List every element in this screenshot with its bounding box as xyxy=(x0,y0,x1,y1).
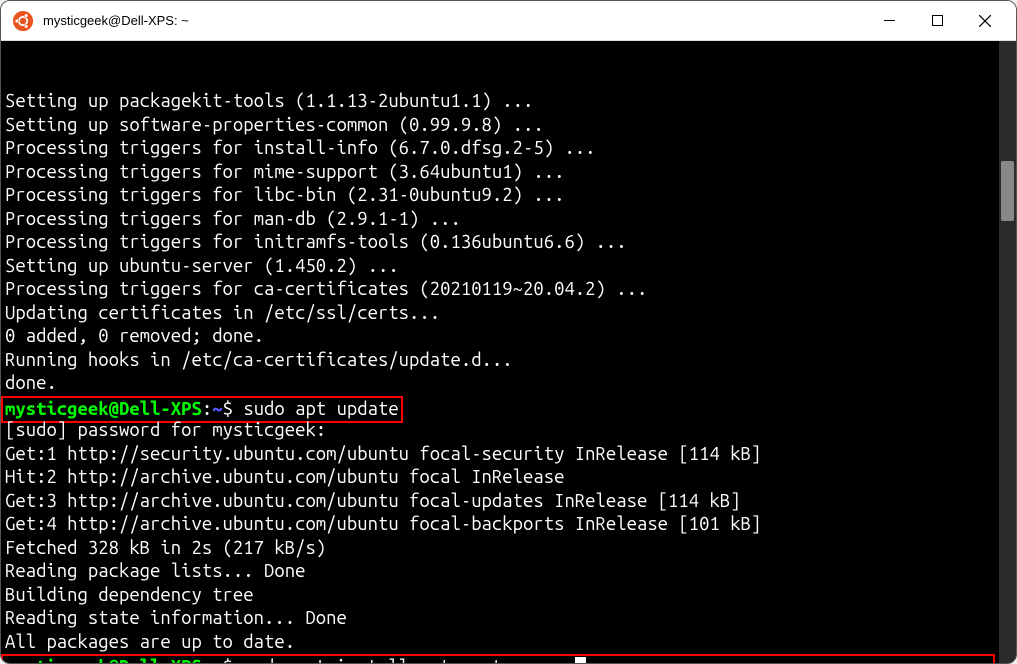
terminal-line: Get:1 http://security.ubuntu.com/ubuntu … xyxy=(5,443,1016,467)
terminal-line: done. xyxy=(5,372,1016,396)
command-text: sudo apt install extremetuxracer xyxy=(243,657,575,663)
terminal-line: Fetched 328 kB in 2s (217 kB/s) xyxy=(5,537,1016,561)
terminal-line: Get:4 http://archive.ubuntu.com/ubuntu f… xyxy=(5,513,1016,537)
ubuntu-icon xyxy=(13,11,33,31)
prompt-user: mysticgeek@Dell-XPS xyxy=(5,657,202,663)
terminal-line: Setting up packagekit-tools (1.1.13-2ubu… xyxy=(5,90,1016,114)
highlight-box-2: mysticgeek@Dell-XPS:~$ sudo apt install … xyxy=(1,654,995,663)
terminal-line: Reading state information... Done xyxy=(5,607,1016,631)
terminal-window: mysticgeek@Dell-XPS: ~ Setting up packag… xyxy=(0,0,1017,664)
terminal-line: Setting up ubuntu-server (1.450.2) ... xyxy=(5,255,1016,279)
terminal-line: Processing triggers for initramfs-tools … xyxy=(5,231,1016,255)
terminal-line: Hit:2 http://archive.ubuntu.com/ubuntu f… xyxy=(5,466,1016,490)
terminal-line: Processing triggers for install-info (6.… xyxy=(5,137,1016,161)
prompt-user: mysticgeek@Dell-XPS xyxy=(5,399,202,419)
terminal-output[interactable]: Setting up packagekit-tools (1.1.13-2ubu… xyxy=(1,41,1016,663)
window-controls xyxy=(866,5,1008,37)
command-text: sudo apt update xyxy=(243,399,398,419)
terminal-line: 0 added, 0 removed; done. xyxy=(5,325,1016,349)
cursor xyxy=(575,657,586,663)
scrollbar-thumb[interactable] xyxy=(1001,161,1014,221)
prompt-colon: : xyxy=(202,657,212,663)
close-button[interactable] xyxy=(962,5,1008,37)
minimize-button[interactable] xyxy=(866,5,912,37)
terminal-line: All packages are up to date. xyxy=(5,631,1016,655)
terminal-line: Reading package lists... Done xyxy=(5,560,1016,584)
prompt-path: ~ xyxy=(212,399,222,419)
titlebar[interactable]: mysticgeek@Dell-XPS: ~ xyxy=(1,1,1016,41)
terminal-line: Get:3 http://archive.ubuntu.com/ubuntu f… xyxy=(5,490,1016,514)
prompt-colon: : xyxy=(202,399,212,419)
maximize-button[interactable] xyxy=(914,5,960,37)
terminal-line: [sudo] password for mysticgeek: xyxy=(5,419,1016,443)
prompt-dollar: $ xyxy=(223,399,244,419)
terminal-line: Processing triggers for libc-bin (2.31-0… xyxy=(5,184,1016,208)
scrollbar-track[interactable] xyxy=(999,41,1016,663)
terminal-line: Building dependency tree xyxy=(5,584,1016,608)
terminal-line: Setting up software-properties-common (0… xyxy=(5,114,1016,138)
window-title: mysticgeek@Dell-XPS: ~ xyxy=(43,13,866,28)
terminal-line: Processing triggers for mime-support (3.… xyxy=(5,161,1016,185)
prompt-dollar: $ xyxy=(223,657,244,663)
prompt-line-1: mysticgeek@Dell-XPS:~$ sudo apt update xyxy=(5,396,1016,420)
ubuntu-logo-svg xyxy=(13,11,33,31)
terminal-line: Running hooks in /etc/ca-certificates/up… xyxy=(5,349,1016,373)
prompt-path: ~ xyxy=(212,657,222,663)
terminal-line: Processing triggers for man-db (2.9.1-1)… xyxy=(5,208,1016,232)
terminal-line: Processing triggers for ca-certificates … xyxy=(5,278,1016,302)
terminal-line: Updating certificates in /etc/ssl/certs.… xyxy=(5,302,1016,326)
